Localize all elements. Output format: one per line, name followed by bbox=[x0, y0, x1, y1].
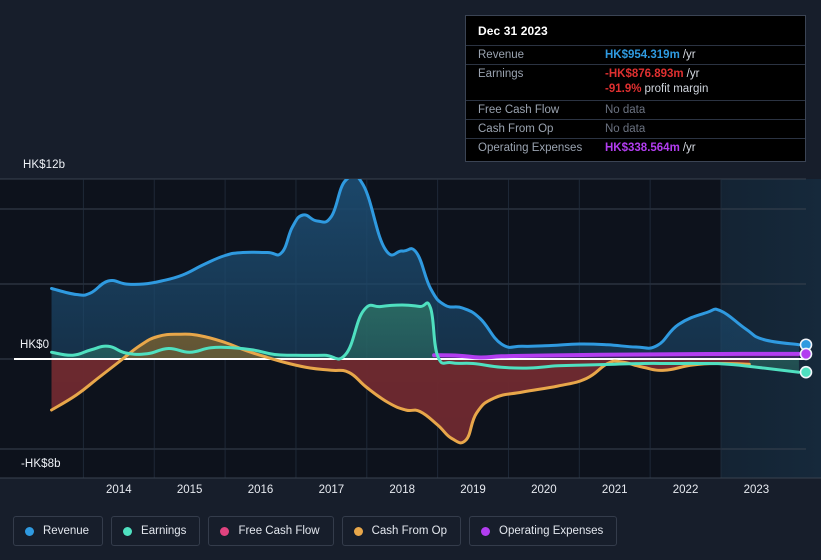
x-axis-tick-2018: 2018 bbox=[389, 484, 415, 496]
x-axis-tick-2015: 2015 bbox=[176, 484, 203, 496]
tooltip-row: Free Cash Flow No data bbox=[466, 100, 805, 119]
legend-color-dot-icon bbox=[353, 526, 363, 536]
x-axis-tick-2020: 2020 bbox=[531, 484, 557, 496]
legend-color-dot-icon bbox=[481, 526, 491, 536]
tooltip-row: Earnings -HK$876.893m/yr bbox=[466, 64, 805, 83]
tooltip-row-label: Revenue bbox=[478, 49, 525, 61]
x-axis-tick-2016: 2016 bbox=[247, 484, 274, 496]
legend-item-label: Cash From Op bbox=[371, 525, 448, 537]
y-axis-label-zero: HK$0 bbox=[20, 339, 50, 351]
endpoint-marker-earnings bbox=[799, 365, 813, 379]
legend-item-label: Earnings bbox=[141, 525, 187, 537]
legend-item-operating-expenses[interactable]: Operating Expenses bbox=[469, 516, 618, 546]
x-axis-tick-2019: 2019 bbox=[460, 484, 486, 496]
legend-item-free-cash-flow[interactable]: Free Cash Flow bbox=[208, 516, 334, 546]
tooltip-rows: Revenue HK$954.319m/yr Earnings -HK$876.893… bbox=[466, 45, 805, 157]
tooltip-row: Operating Expenses HK$338.564m/yr bbox=[466, 138, 805, 157]
tooltip-row-value: No data bbox=[605, 123, 646, 135]
financial-chart-page: HK$12b HK$0 -HK$8b 2014 2015 2016 2017 2018 2… bbox=[0, 0, 821, 560]
legend-color-dot-icon bbox=[123, 526, 133, 536]
x-axis-tick-2017: 2017 bbox=[318, 484, 345, 496]
legend-item-label: Revenue bbox=[43, 525, 90, 537]
legend-item-label: Operating Expenses bbox=[499, 525, 604, 537]
tooltip-row-label: Free Cash Flow bbox=[478, 104, 560, 116]
tooltip-row-unit: /yr bbox=[682, 49, 696, 61]
tooltip-row-label: Earnings bbox=[478, 68, 524, 80]
y-axis-label-top: HK$12b bbox=[23, 159, 66, 171]
legend-item-cash-from-op[interactable]: Cash From Op bbox=[341, 516, 462, 546]
tooltip-row: Cash From Op No data bbox=[466, 119, 805, 138]
legend-item-earnings[interactable]: Earnings bbox=[111, 516, 201, 546]
legend-item-label: Free Cash Flow bbox=[238, 525, 320, 537]
tooltip-row-unit: /yr bbox=[682, 142, 696, 154]
x-axis-tick-2014: 2014 bbox=[106, 484, 132, 496]
x-axis-tick-2022: 2022 bbox=[672, 484, 699, 496]
tooltip-row-unit: profit margin bbox=[644, 83, 709, 95]
tooltip-row-value: HK$954.319m bbox=[605, 49, 680, 61]
x-axis-tick-2023: 2023 bbox=[743, 484, 770, 496]
chart-legend: Revenue Earnings Free Cash Flow Cash From O… bbox=[13, 516, 618, 546]
chart-tooltip: Dec 31 2023 Revenue HK$954.319m/yr Earning… bbox=[465, 15, 806, 162]
tooltip-row: Revenue HK$954.319m/yr bbox=[466, 45, 805, 64]
tooltip-row-value: -HK$876.893m bbox=[605, 68, 684, 80]
tooltip-row-label: Cash From Op bbox=[478, 123, 554, 135]
legend-color-dot-icon bbox=[220, 526, 230, 536]
legend-item-revenue[interactable]: Revenue bbox=[13, 516, 104, 546]
tooltip-row: -91.9% profit margin bbox=[466, 83, 805, 100]
tooltip-date: Dec 31 2023 bbox=[478, 24, 548, 38]
legend-color-dot-icon bbox=[25, 526, 34, 536]
tooltip-row-unit: /yr bbox=[686, 68, 700, 80]
endpoint-marker-operating-expenses bbox=[799, 347, 813, 361]
tooltip-row-value: HK$338.564m bbox=[605, 142, 680, 154]
y-axis-label-bottom: -HK$8b bbox=[21, 458, 61, 470]
tooltip-row-value: No data bbox=[605, 104, 646, 116]
tooltip-row-label: Operating Expenses bbox=[478, 142, 583, 154]
tooltip-row-value: -91.9% bbox=[605, 83, 642, 95]
x-axis-tick-2021: 2021 bbox=[601, 484, 628, 496]
